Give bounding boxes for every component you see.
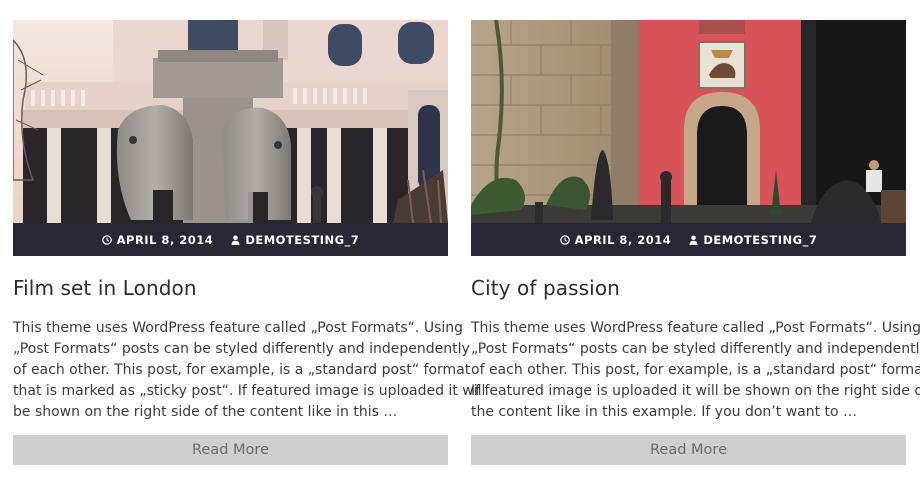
excerpt-line: of each other. This post, for example, i…: [471, 362, 920, 378]
user-icon: [689, 235, 698, 245]
post-card-city-of-passion: APRIL 8, 2014 DEMOTESTING_7 City of pass…: [471, 20, 920, 465]
post-author-text: DEMOTESTING_7: [245, 232, 360, 247]
clock-icon: [101, 234, 112, 245]
read-more-button[interactable]: Read More: [471, 435, 906, 465]
excerpt-line: This theme uses WordPress feature called…: [471, 320, 920, 336]
excerpt-line: „Post Formats“ posts can be styled diffe…: [471, 341, 920, 357]
excerpt-line: „Post Formats“ posts can be styled diffe…: [13, 341, 470, 357]
post-meta-bar: APRIL 8, 2014 DEMOTESTING_7: [13, 223, 448, 256]
excerpt-line: that is marked as „sticky post“. If feat…: [13, 383, 486, 399]
post-title[interactable]: Film set in London: [13, 276, 448, 300]
excerpt-line: of each other. This post, for example, i…: [13, 362, 471, 378]
post-date-text: APRIL 8, 2014: [116, 232, 214, 247]
excerpt-line: the content like in this example. If you…: [471, 404, 858, 420]
london-building-photo: [13, 20, 448, 223]
post-card-film-set: APRIL 8, 2014 DEMOTESTING_7 Film set in …: [13, 20, 485, 465]
clock-icon: [559, 234, 570, 245]
post-author[interactable]: DEMOTESTING_7: [231, 233, 359, 247]
post-author-text: DEMOTESTING_7: [703, 232, 818, 247]
excerpt-line: This theme uses WordPress feature called…: [13, 320, 464, 336]
post-excerpt: This theme uses WordPress feature called…: [13, 318, 486, 423]
post-date-text: APRIL 8, 2014: [574, 232, 672, 247]
post-title[interactable]: City of passion: [471, 276, 906, 300]
red-gate-photo: [471, 20, 906, 223]
user-icon: [231, 235, 240, 245]
post-date[interactable]: APRIL 8, 2014: [101, 232, 214, 247]
read-more-button[interactable]: Read More: [13, 435, 448, 465]
excerpt-line: If featured image is uploaded it will be…: [471, 383, 920, 399]
excerpt-line: be shown on the right side of the conten…: [13, 404, 398, 420]
featured-image-city[interactable]: [471, 20, 906, 223]
post-excerpt: This theme uses WordPress feature called…: [471, 318, 920, 423]
featured-image-london[interactable]: [13, 20, 448, 223]
post-date[interactable]: APRIL 8, 2014: [559, 232, 672, 247]
post-author[interactable]: DEMOTESTING_7: [689, 233, 817, 247]
posts-grid: APRIL 8, 2014 DEMOTESTING_7 Film set in …: [0, 0, 920, 495]
post-meta-bar: APRIL 8, 2014 DEMOTESTING_7: [471, 223, 906, 256]
